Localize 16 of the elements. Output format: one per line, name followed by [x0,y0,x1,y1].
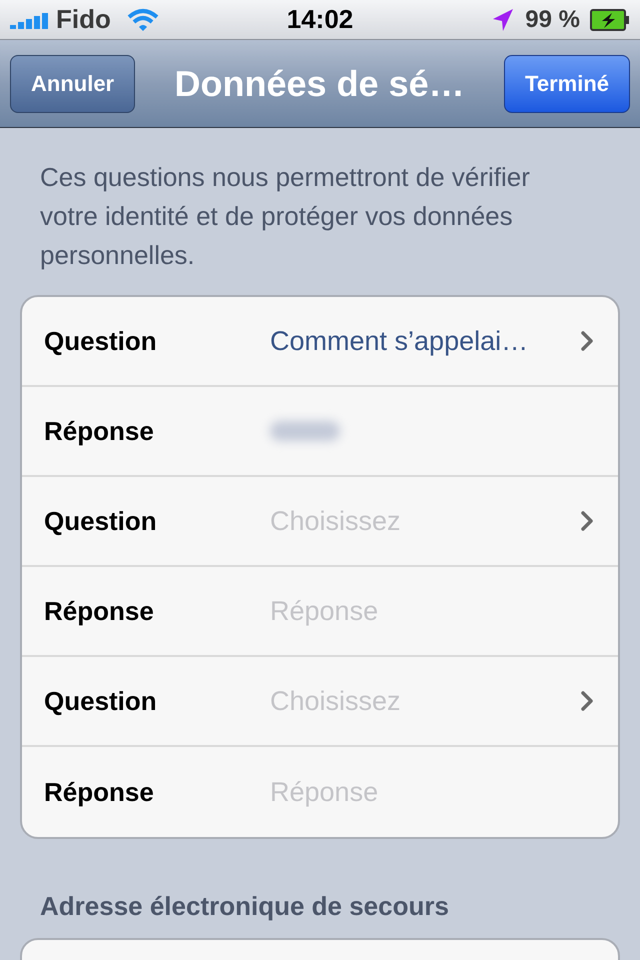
row-label: Question [44,504,158,538]
cancel-button[interactable]: Annuler [10,54,136,112]
picker-value: Comment s’appelai… [270,324,528,358]
row-label: Réponse [44,414,155,448]
battery-percent: 99 % [525,4,580,34]
section-header: Adresse électronique de secours [39,890,450,923]
screen-title: Données de sé… [174,62,466,106]
question-picker[interactable]: Comment s’appelai… [270,320,618,362]
row-label: Réponse [44,776,155,808]
done-button[interactable]: Terminé [504,54,630,112]
carrier-name: Fido [56,3,111,36]
row-label: Question [44,684,158,718]
row-label: Réponse [44,594,155,628]
intro-text: Ces questions nous permettront de vérifier votre identité et de protéger vos données personnelles. [39,161,531,272]
clock: 14:02 [286,3,354,36]
row-label: Question [44,324,158,358]
